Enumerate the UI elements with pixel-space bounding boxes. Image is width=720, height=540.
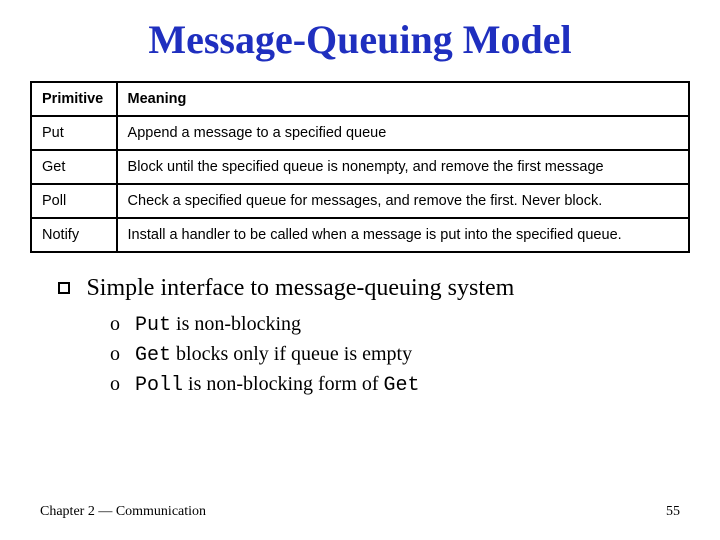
square-bullet-icon	[58, 282, 70, 294]
sub-bullet: o Get blocks only if queue is empty	[110, 340, 690, 370]
table-row: Put Append a message to a specified queu…	[31, 116, 689, 150]
cell-primitive: Get	[31, 150, 117, 184]
circle-bullet-icon: o	[110, 373, 130, 396]
cell-primitive: Put	[31, 116, 117, 150]
cell-meaning: Install a handler to be called when a me…	[117, 218, 689, 252]
code-term: Get	[384, 374, 420, 397]
sub-bullet: o Poll is non-blocking form of Get	[110, 370, 690, 400]
sub-bullet: o Put is non-blocking	[110, 310, 690, 340]
table-row: Poll Check a specified queue for message…	[31, 184, 689, 218]
footer-chapter: Chapter 2 — Communication	[40, 504, 206, 520]
footer: Chapter 2 — Communication 55	[40, 504, 680, 520]
sub-bullet-text: is non-blocking	[171, 313, 301, 335]
table-header-row: Primitive Meaning	[31, 82, 689, 116]
sub-bullet-text: blocks only if queue is empty	[171, 343, 412, 365]
footer-page-number: 55	[666, 504, 680, 520]
header-meaning: Meaning	[117, 82, 689, 116]
sub-bullet-text: is non-blocking form of	[183, 373, 384, 395]
code-term: Put	[135, 314, 171, 337]
primitives-table: Primitive Meaning Put Append a message t…	[30, 81, 690, 253]
header-primitive: Primitive	[31, 82, 117, 116]
main-bullet: Simple interface to message-queuing syst…	[58, 275, 690, 302]
circle-bullet-icon: o	[110, 343, 130, 366]
cell-meaning: Check a specified queue for messages, an…	[117, 184, 689, 218]
code-term: Get	[135, 344, 171, 367]
table-row: Notify Install a handler to be called wh…	[31, 218, 689, 252]
cell-meaning: Append a message to a specified queue	[117, 116, 689, 150]
cell-primitive: Notify	[31, 218, 117, 252]
code-term: Poll	[135, 374, 183, 397]
cell-meaning: Block until the specified queue is nonem…	[117, 150, 689, 184]
cell-primitive: Poll	[31, 184, 117, 218]
main-bullet-text: Simple interface to message-queuing syst…	[86, 275, 514, 301]
table-row: Get Block until the specified queue is n…	[31, 150, 689, 184]
slide-title: Message-Queuing Model	[30, 16, 690, 63]
sub-bullet-list: o Put is non-blocking o Get blocks only …	[110, 310, 690, 400]
circle-bullet-icon: o	[110, 313, 130, 336]
